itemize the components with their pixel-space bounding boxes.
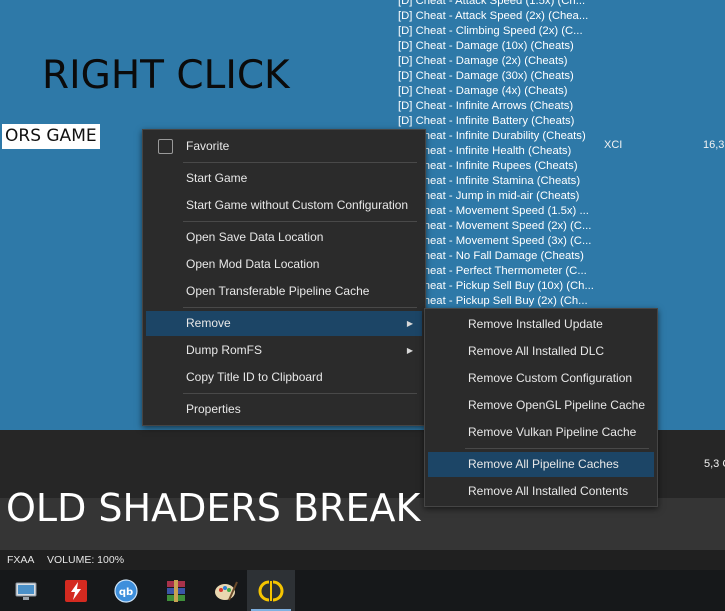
qbittorrent-icon: qb bbox=[114, 578, 138, 603]
menu-separator bbox=[183, 162, 417, 163]
taskbar: qb bbox=[0, 570, 725, 611]
menu-item-open-mod-data[interactable]: Open Mod Data Location bbox=[146, 252, 422, 277]
favorite-checkbox[interactable] bbox=[158, 139, 173, 154]
cheat-item: [D] Cheat - Climbing Speed (2x) (C... bbox=[398, 25, 583, 37]
submenu-arrow-icon: ▶ bbox=[406, 319, 413, 328]
menu-item-open-pipeline-cache[interactable]: Open Transferable Pipeline Cache bbox=[146, 279, 422, 304]
cheat-item: [D] Cheat - Infinite Rupees (Cheats) bbox=[398, 160, 578, 172]
cheat-item: [D] Cheat - Pickup Sell Buy (10x) (Ch... bbox=[398, 280, 594, 292]
menu-item-start-game[interactable]: Start Game bbox=[146, 166, 422, 191]
menu-separator bbox=[183, 221, 417, 222]
cheat-item: [D] Cheat - Attack Speed (2x) (Chea... bbox=[398, 10, 589, 22]
taskbar-button-qbittorrent[interactable]: qb bbox=[102, 570, 150, 611]
menu-item-remove[interactable]: Remove ▶ bbox=[146, 311, 422, 336]
cheat-item: [D] Cheat - Damage (4x) (Cheats) bbox=[398, 85, 568, 97]
menu-separator bbox=[183, 307, 417, 308]
taskbar-button-winrar[interactable] bbox=[152, 570, 200, 611]
file-size-cell: 16,3 bbox=[703, 139, 725, 151]
cheat-item: [D] Cheat - Movement Speed (3x) (C... bbox=[398, 235, 592, 247]
cheat-item: [D] Cheat - Damage (10x) (Cheats) bbox=[398, 40, 574, 52]
winrar-icon bbox=[167, 579, 185, 602]
overlay-right-click-text: RIGHT CLICK bbox=[42, 53, 290, 98]
cheat-item: [D] Cheat - Perfect Thermometer (C... bbox=[398, 265, 587, 277]
file-type-cell: XCI bbox=[604, 139, 623, 151]
submenu-arrow-icon: ▶ bbox=[406, 346, 413, 355]
taskbar-button-yuzu[interactable] bbox=[247, 570, 295, 611]
menu-item-remove-opengl-cache[interactable]: Remove OpenGL Pipeline Cache bbox=[428, 393, 654, 418]
menu-item-label: Favorite bbox=[186, 139, 230, 153]
cheat-item: [D] Cheat - Infinite Stamina (Cheats) bbox=[398, 175, 581, 187]
cheat-item: [D] Cheat - Infinite Arrows (Cheats) bbox=[398, 100, 574, 112]
status-filter-label[interactable]: FXAA bbox=[7, 554, 34, 566]
menu-item-remove-all-dlc[interactable]: Remove All Installed DLC bbox=[428, 339, 654, 364]
cheat-item: [D] Cheat - Jump in mid-air (Cheats) bbox=[398, 190, 580, 202]
cheat-item: [D] Cheat - Movement Speed (1.5x) ... bbox=[398, 205, 589, 217]
menu-item-label: Remove bbox=[186, 316, 231, 330]
cheat-item: [D] Cheat - Infinite Battery (Cheats) bbox=[398, 115, 575, 127]
menu-item-remove-installed-update[interactable]: Remove Installed Update bbox=[428, 312, 654, 337]
menu-item-remove-all-pipeline-caches[interactable]: Remove All Pipeline Caches bbox=[428, 452, 654, 477]
menu-item-copy-title-id[interactable]: Copy Title ID to Clipboard bbox=[146, 365, 422, 390]
menu-separator bbox=[465, 448, 649, 449]
taskbar-button-flash-app[interactable] bbox=[52, 570, 100, 611]
menu-item-favorite[interactable]: Favorite bbox=[146, 134, 422, 159]
menu-item-start-game-no-config[interactable]: Start Game without Custom Configuration bbox=[146, 193, 422, 218]
remove-submenu: Remove Installed Update Remove All Insta… bbox=[424, 308, 658, 507]
paint-icon bbox=[215, 581, 238, 600]
menu-item-remove-all-contents[interactable]: Remove All Installed Contents bbox=[428, 479, 654, 504]
taskbar-button-remote-desktop[interactable] bbox=[2, 570, 50, 611]
menu-item-properties[interactable]: Properties bbox=[146, 397, 422, 422]
menu-item-remove-vulkan-cache[interactable]: Remove Vulkan Pipeline Cache bbox=[428, 420, 654, 445]
cheat-item: [D] Cheat - Infinite Durability (Cheats) bbox=[398, 130, 586, 142]
menu-item-remove-custom-config[interactable]: Remove Custom Configuration bbox=[428, 366, 654, 391]
remote-desktop-icon bbox=[15, 582, 37, 600]
game-title-label: ORS GAME bbox=[2, 124, 100, 149]
menu-item-dump-romfs[interactable]: Dump RomFS ▶ bbox=[146, 338, 422, 363]
yuzu-icon bbox=[258, 580, 284, 601]
cheat-item: [D] Cheat - Damage (2x) (Cheats) bbox=[398, 55, 568, 67]
svg-text:qb: qb bbox=[119, 587, 133, 598]
file-size-cell: 5,3 G bbox=[704, 458, 725, 470]
cheat-item: [D] Cheat - Attack Speed (1.5x) (Ch... bbox=[398, 0, 586, 7]
cheat-item: [D] Cheat - No Fall Damage (Cheats) bbox=[398, 250, 584, 262]
cheat-item: [D] Cheat - Infinite Health (Cheats) bbox=[398, 145, 572, 157]
taskbar-button-paint[interactable] bbox=[202, 570, 250, 611]
menu-item-open-save-data[interactable]: Open Save Data Location bbox=[146, 225, 422, 250]
cheat-item: [D] Cheat - Movement Speed (2x) (C... bbox=[398, 220, 592, 232]
cheat-list: [D] Cheat - Attack Speed (1.5x) (Ch... [… bbox=[398, 0, 603, 309]
overlay-caption-text: OLD SHADERS BREAK bbox=[6, 486, 421, 530]
menu-separator bbox=[183, 393, 417, 394]
cheat-item: [D] Cheat - Pickup Sell Buy (2x) (Ch... bbox=[398, 295, 588, 307]
cheat-item: [D] Cheat - Damage (30x) (Cheats) bbox=[398, 70, 574, 82]
status-volume-label[interactable]: VOLUME: 100% bbox=[47, 554, 124, 566]
flash-app-icon bbox=[65, 579, 87, 602]
status-bar: FXAA VOLUME: 100% bbox=[0, 550, 725, 570]
menu-item-label: Dump RomFS bbox=[186, 343, 263, 357]
game-context-menu: Favorite Start Game Start Game without C… bbox=[142, 129, 426, 426]
